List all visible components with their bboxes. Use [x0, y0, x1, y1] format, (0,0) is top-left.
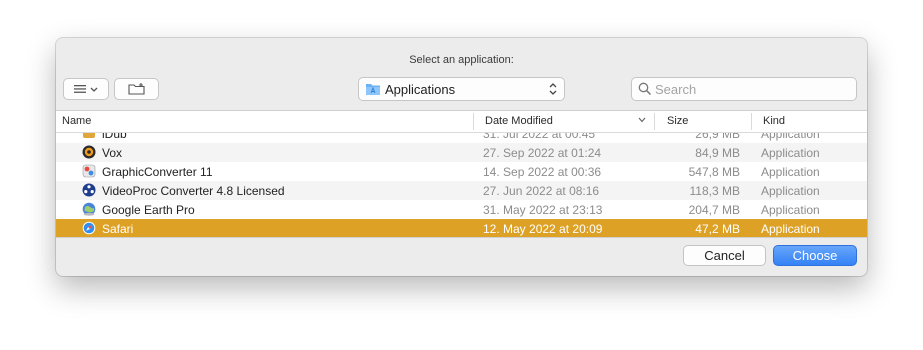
choose-button[interactable]: Choose: [773, 245, 857, 266]
row-kind: Application: [761, 146, 820, 160]
row-name: iDub: [102, 133, 127, 141]
column-divider[interactable]: [751, 113, 752, 130]
table-body: iDub 31. Jul 2022 at 00:45 26,9 MB Appli…: [56, 133, 867, 237]
new-folder-icon: [127, 83, 145, 95]
chevron-down-icon: [638, 117, 646, 123]
table-row[interactable]: Vox 27. Sep 2022 at 01:24 84,9 MB Applic…: [56, 143, 867, 162]
column-header-date[interactable]: Date Modified: [485, 115, 553, 127]
column-header-size[interactable]: Size: [667, 115, 688, 127]
row-name: GraphicConverter 11: [102, 165, 213, 179]
dialog-title: Select an application:: [409, 54, 514, 66]
row-size: 118,3 MB: [689, 184, 740, 198]
row-kind: Application: [761, 165, 820, 179]
safari-icon: [82, 221, 96, 235]
row-name: VideoProc Converter 4.8 Licensed: [102, 184, 285, 198]
vox-icon: [82, 145, 96, 159]
table-row[interactable]: Google Earth Pro 31. May 2022 at 23:13 2…: [56, 200, 867, 219]
row-size: 84,9 MB: [695, 146, 740, 160]
new-folder-button[interactable]: [114, 78, 159, 100]
column-header-kind[interactable]: Kind: [763, 115, 785, 127]
view-options-button[interactable]: [63, 78, 109, 100]
row-size: 204,7 MB: [688, 203, 740, 217]
row-date: 14. Sep 2022 at 00:36: [483, 165, 602, 179]
row-name: Safari: [102, 222, 134, 236]
table-row[interactable]: VideoProc Converter 4.8 Licensed 27. Jun…: [56, 181, 867, 200]
row-date: 12. May 2022 at 20:09: [483, 222, 603, 236]
row-date: 31. May 2022 at 23:13: [483, 203, 603, 217]
row-size: 547,8 MB: [688, 165, 740, 179]
applications-folder-icon: [366, 84, 380, 95]
cancel-button[interactable]: Cancel: [683, 245, 766, 266]
app-icon: [83, 133, 95, 138]
videoproc-icon: [82, 183, 96, 197]
row-date: 31. Jul 2022 at 00:45: [483, 133, 596, 141]
row-kind: Application: [761, 184, 820, 198]
table-row[interactable]: GraphicConverter 11 14. Sep 2022 at 00:3…: [56, 162, 867, 181]
location-label: Applications: [385, 82, 456, 97]
row-size: 47,2 MB: [695, 222, 740, 236]
google-earth-icon: [82, 202, 96, 216]
table-row-selected[interactable]: Safari 12. May 2022 at 20:09 47,2 MB App…: [56, 219, 867, 237]
open-dialog: Select an application: Applications Sear…: [56, 38, 867, 276]
row-name: Google Earth Pro: [102, 203, 195, 217]
table-header: Name Date Modified Size Kind: [56, 111, 867, 133]
row-date: 27. Jun 2022 at 08:16: [483, 184, 600, 198]
search-icon: [638, 82, 652, 96]
row-date: 27. Sep 2022 at 01:24: [483, 146, 602, 160]
graphicconverter-icon: [82, 164, 96, 178]
row-kind: Application: [761, 203, 820, 217]
search-input[interactable]: [655, 80, 850, 98]
chevron-updown-icon: [549, 83, 557, 95]
column-divider[interactable]: [473, 113, 474, 130]
list-view-icon: [74, 85, 98, 93]
table-row[interactable]: iDub 31. Jul 2022 at 00:45 26,9 MB Appli…: [56, 133, 867, 143]
row-name: Vox: [102, 146, 123, 160]
row-size: 26,9 MB: [695, 133, 740, 141]
search-field[interactable]: [631, 77, 857, 101]
row-kind: Application: [761, 133, 820, 141]
file-table: Name Date Modified Size Kind iDub 31. Ju…: [56, 110, 867, 238]
location-popup[interactable]: Applications: [358, 77, 565, 101]
column-header-name[interactable]: Name: [62, 115, 91, 127]
row-kind: Application: [761, 222, 820, 236]
column-divider[interactable]: [654, 113, 655, 130]
